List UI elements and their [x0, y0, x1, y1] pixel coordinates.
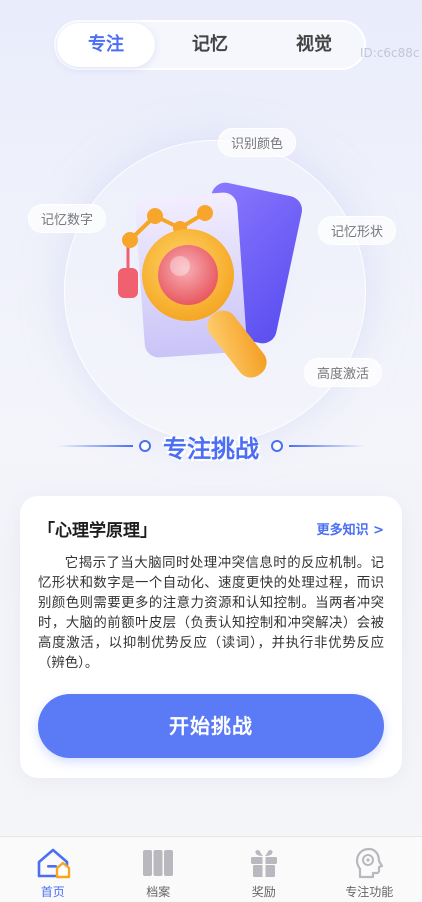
nav-label-rewards: 奖励 — [252, 883, 276, 900]
brain-head-icon — [350, 845, 388, 881]
card-title: 「心理学原理」 — [38, 516, 157, 541]
card-description: 它揭示了当大脑同时处理冲突信息时的反应机制。记忆形状和数字是一个自动化、速度更快… — [38, 554, 384, 674]
nav-item-home[interactable]: 首页 — [0, 837, 106, 902]
chip-highly-activated: 高度激活 — [304, 358, 382, 387]
bottom-nav: 首页 档案 奖励 — [0, 836, 422, 902]
title-dot-right — [271, 440, 283, 452]
title-decoration-right — [289, 445, 365, 447]
mode-tabs: 专注 记忆 视觉 — [54, 20, 366, 70]
hero-illustration: 识别颜色 记忆数字 记忆形状 高度激活 — [0, 100, 422, 420]
start-challenge-button[interactable]: 开始挑战 — [38, 694, 384, 758]
nav-item-archive[interactable]: 档案 — [106, 837, 212, 902]
user-id-label: ID:c6c88c — [360, 46, 420, 60]
card-header: 「心理学原理」 更多知识 > — [38, 516, 384, 540]
more-knowledge-link[interactable]: 更多知识 > — [317, 519, 384, 538]
principle-card: 「心理学原理」 更多知识 > 它揭示了当大脑同时处理冲突信息时的反应机制。记忆形… — [20, 496, 402, 778]
chip-recognize-color: 识别颜色 — [218, 128, 296, 157]
archive-icon — [139, 845, 177, 881]
home-icon — [34, 845, 72, 881]
nav-label-archive: 档案 — [146, 883, 170, 900]
title-dot-left — [139, 440, 151, 452]
gift-icon — [245, 845, 283, 881]
title-decoration-left — [57, 445, 133, 447]
tab-memory[interactable]: 记忆 — [161, 23, 259, 67]
chip-remember-numbers: 记忆数字 — [28, 204, 106, 233]
nav-label-focus-functions: 专注功能 — [345, 883, 393, 900]
nav-item-focus-functions[interactable]: 专注功能 — [317, 837, 422, 902]
nav-item-rewards[interactable]: 奖励 — [211, 837, 317, 902]
tab-focus[interactable]: 专注 — [57, 23, 155, 67]
nav-label-home: 首页 — [41, 883, 65, 900]
section-title-text: 专注挑战 — [157, 429, 265, 464]
chip-remember-shapes: 记忆形状 — [318, 216, 396, 245]
section-title: 专注挑战 — [0, 426, 422, 466]
tab-vision[interactable]: 视觉 — [265, 23, 363, 67]
